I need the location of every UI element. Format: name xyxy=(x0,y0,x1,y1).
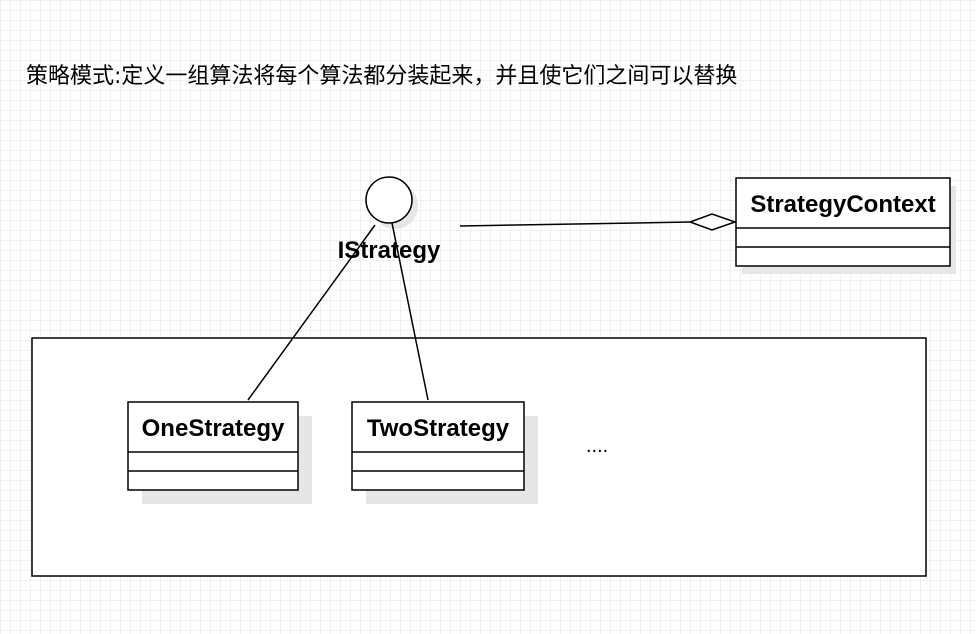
diagram-title: 策略模式:定义一组算法将每个算法都分装起来，并且使它们之间可以替换 xyxy=(26,64,737,89)
interface-circle[interactable] xyxy=(365,176,413,224)
aggregation-line xyxy=(459,221,691,227)
class-name: TwoStrategy xyxy=(367,415,510,442)
class-strategy-context[interactable]: StrategyContext xyxy=(735,177,956,274)
class-one-strategy[interactable]: OneStrategy xyxy=(127,401,312,504)
uml-diagram: 策略模式:定义一组算法将每个算法都分装起来，并且使它们之间可以替换 IStrat… xyxy=(26,64,956,577)
interface-label: IStrategy xyxy=(338,237,441,264)
class-name: OneStrategy xyxy=(142,415,285,442)
aggregation-diamond xyxy=(687,213,738,231)
interface-istrategy[interactable]: IStrategy xyxy=(338,176,441,264)
more-strategies-ellipsis: .... xyxy=(586,435,608,457)
class-two-strategy[interactable]: TwoStrategy xyxy=(351,401,538,504)
class-name: StrategyContext xyxy=(750,191,935,218)
